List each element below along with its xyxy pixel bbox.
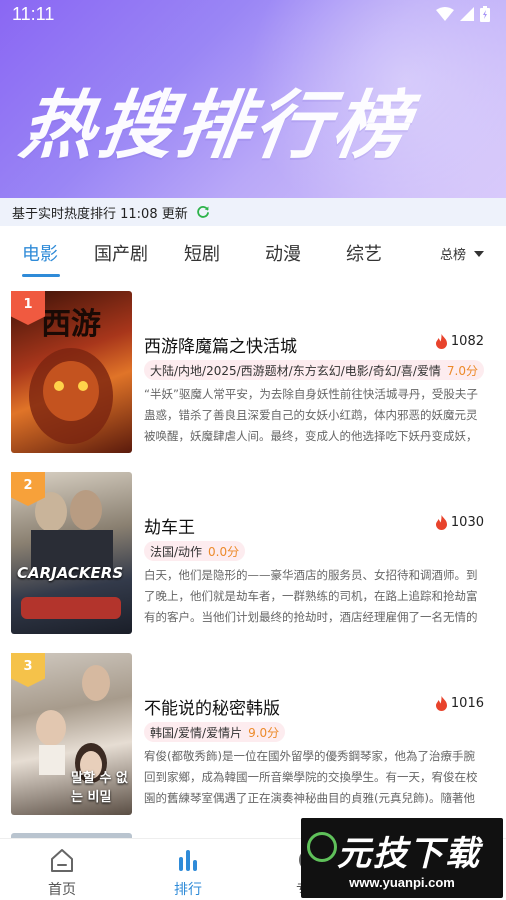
home-icon (51, 849, 73, 872)
caret-down-icon (474, 250, 484, 257)
status-time: 11:11 (12, 4, 55, 24)
flame-icon (435, 696, 447, 711)
tab-domestic-drama[interactable]: 国产剧 (94, 240, 148, 266)
heat-value: 1016 (450, 696, 484, 711)
ranking-icon (179, 850, 197, 871)
watermark-brand: 元技下载 (337, 834, 481, 874)
heat-value: 1082 (450, 334, 484, 349)
tags-badge: 法国/动作 0.0分 (144, 541, 246, 561)
tab-short-drama[interactable]: 短剧 (184, 240, 220, 266)
status-bar: 11:11 (0, 0, 506, 30)
watermark-url: www.yuanpi.com (349, 875, 455, 890)
hero-title: 热搜排行榜 (15, 83, 418, 169)
list-item[interactable]: 西游 1 西游降魔篇之快活城 1082 大陆/内地/2025/西游题材/东方玄幻… (0, 288, 506, 453)
refresh-icon[interactable] (196, 205, 210, 219)
poster-title: CARJACKERS (17, 564, 124, 582)
update-info-bar: 基于实时热度排行 11:08 更新 (0, 198, 506, 226)
signal-icon (460, 7, 474, 21)
tab-variety[interactable]: 综艺 (346, 240, 382, 266)
tags-text: 大陆/内地/2025/西游题材/东方玄幻/电影/奇幻/喜/爱情 (150, 364, 441, 378)
poster-title: 西游 (41, 307, 101, 342)
score: 0.0分 (208, 545, 240, 559)
status-icons (436, 6, 490, 22)
score: 9.0分 (248, 726, 280, 740)
list-item[interactable]: CARJACKERS 2 劫车王 1030 法国/动作 0.0分 白天，他们是隐… (0, 469, 506, 634)
heat-count: 1030 (435, 515, 484, 530)
sort-label: 总榜 (439, 248, 466, 263)
item-title: 西游降魔篇之快活城 (144, 337, 297, 357)
item-description: “半妖”驱魔人常平安，为去除自身妖性前往快活城寻丹，受股夫子蛊惑，错杀了善良且深… (144, 387, 478, 443)
nav-home-label: 首页 (48, 882, 76, 898)
item-title: 不能说的秘密韩版 (144, 699, 280, 719)
hero-banner: 11:11 热搜排行榜 (0, 0, 506, 200)
tags-badge: 韩国/爱情/爱情片 9.0分 (144, 722, 286, 742)
heat-count: 1082 (435, 334, 484, 349)
battery-icon (480, 6, 490, 22)
tags-badge: 大陆/内地/2025/西游题材/东方玄幻/电影/奇幻/喜/爱情 7.0分 (144, 360, 484, 380)
tab-movie[interactable]: 电影 (22, 240, 58, 266)
sort-dropdown[interactable]: 总榜 (440, 244, 484, 263)
tags-text: 法国/动作 (150, 545, 203, 559)
category-tabs: 电影 国产剧 短剧 动漫 综艺 总榜 (0, 232, 506, 278)
tab-anime[interactable]: 动漫 (265, 240, 301, 266)
wifi-icon (436, 7, 454, 21)
tags-text: 韩国/爱情/爱情片 (150, 726, 243, 740)
item-title: 劫车王 (144, 518, 195, 538)
nav-ranking-label: 排行 (174, 882, 202, 898)
active-tab-indicator (22, 274, 60, 277)
flame-icon (435, 515, 447, 530)
item-description: 白天，他们是隐形的——豪华酒店的服务员、女招待和调酒师。到了晚上，他们就是劫车者… (144, 568, 478, 624)
score: 7.0分 (446, 364, 478, 378)
list-item[interactable]: 말할 수 없는 비밀 3 不能说的秘密韩版 1016 韩国/爱情/爱情片 9.0… (0, 650, 506, 815)
nav-home[interactable]: 首页 (22, 845, 102, 899)
heat-value: 1030 (450, 515, 484, 530)
watermark-logo: 元技下载 www.yuanpi.com (301, 818, 503, 898)
poster-title: 말할 수 없는 비밀 (71, 771, 128, 805)
update-text: 基于实时热度排行 11:08 更新 (12, 206, 188, 222)
heat-count: 1016 (435, 696, 484, 711)
watermark-circle-icon (307, 832, 337, 862)
flame-icon (435, 334, 447, 349)
nav-ranking[interactable]: 排行 (148, 845, 228, 899)
item-description: 宥俊(都敬秀飾)是一位在國外留學的優秀鋼琴家，他為了治療手腕回到家鄉，成為韓國一… (144, 749, 478, 805)
